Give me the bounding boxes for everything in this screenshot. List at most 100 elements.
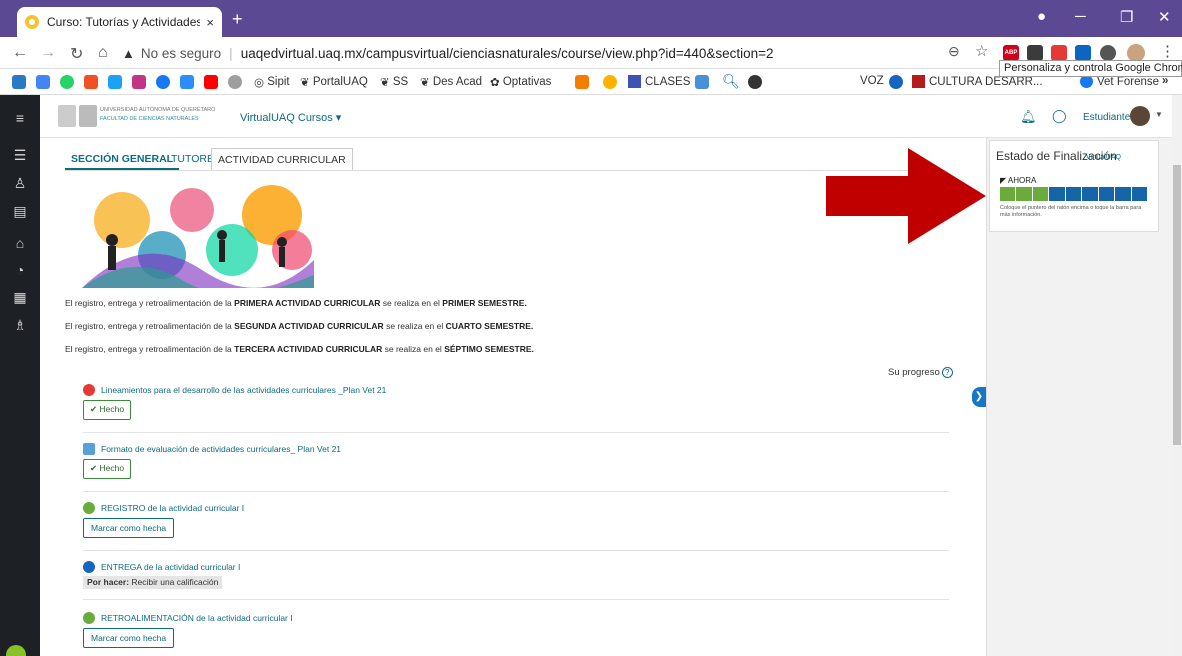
divider [83, 432, 949, 433]
tab-actividad-curricular[interactable]: ACTIVIDAD CURRICULAR [211, 148, 353, 170]
bookmark-optativas[interactable]: ✿ Optativas [490, 75, 551, 89]
done-button[interactable]: ✔ Hecho [83, 459, 132, 479]
bookmark-icon[interactable] [695, 75, 709, 89]
home-icon[interactable]: ⌂ [98, 44, 108, 62]
completion-cell-todo[interactable] [1115, 187, 1131, 201]
user-name[interactable]: Estudiante [1083, 112, 1130, 123]
back-arrow-icon[interactable]: ← [12, 44, 28, 62]
banner-illustration [82, 180, 314, 288]
completion-cell-todo[interactable] [1065, 187, 1082, 201]
para-text: El registro, entrega y retroalimentación… [65, 321, 235, 331]
bookmark-icon[interactable] [603, 75, 617, 89]
puzzle-extensions-icon[interactable] [1100, 45, 1116, 61]
completion-cell-todo[interactable] [1082, 187, 1098, 201]
browser-tab[interactable]: Curso: Tutorías y Actividades Cur × [17, 7, 222, 37]
close-window-button[interactable]: ✕ [1158, 8, 1171, 26]
bookmark-desacad[interactable]: ❦ Des Acad [420, 75, 482, 89]
todo-text: Recibir una calificación [129, 577, 219, 587]
address-bar[interactable]: ▲ No es seguro | uaqedvirtual.uaq.mx/cam… [122, 41, 992, 65]
bookmark-icon[interactable] [12, 75, 26, 89]
progress-label: Su progreso? [888, 367, 953, 378]
microsoft-icon[interactable] [84, 75, 98, 89]
divider [83, 550, 949, 551]
grades-icon[interactable]: ▤ [0, 203, 40, 220]
bookmark-icon[interactable] [575, 75, 589, 89]
zoom-icon[interactable]: ⊖ [948, 43, 960, 60]
site-nav-links[interactable]: VirtualUAQ Cursos ▾ [240, 111, 341, 124]
omnibox-separator: | [229, 45, 233, 61]
tab-seccion-general[interactable]: SECCIÓN GENERAL [65, 148, 180, 170]
drawer-toggle-button[interactable]: ❯ [972, 387, 986, 407]
activity-link[interactable]: ENTREGA de la actividad curricular I [83, 561, 240, 573]
activity-link[interactable]: Formato de evaluación de actividades cur… [83, 443, 341, 455]
bookmark-label: Sipit [267, 76, 290, 88]
bookmark-icon[interactable] [36, 75, 50, 89]
extension-icon[interactable] [1027, 45, 1043, 61]
whatsapp-icon[interactable] [60, 75, 74, 89]
instagram-icon[interactable] [132, 75, 146, 89]
done-button[interactable]: ✔ Hecho [83, 400, 132, 420]
completion-cell-done[interactable] [1000, 187, 1016, 201]
scrollbar-thumb[interactable] [1173, 165, 1181, 445]
bookmark-icon[interactable] [748, 75, 762, 89]
adblock-extension-icon[interactable]: ABP [1003, 45, 1019, 61]
para-text: El registro, entrega y retroalimentación… [65, 344, 235, 354]
completion-cell-done[interactable] [1032, 187, 1049, 201]
minimize-button[interactable]: ─ [1075, 8, 1086, 25]
mark-done-button[interactable]: Marcar como hecha [83, 518, 175, 538]
bookmark-icon[interactable] [228, 75, 242, 89]
search-icon[interactable]: 🔍︎ [722, 73, 740, 90]
bookmark-icon[interactable] [889, 75, 903, 89]
messages-chat-icon[interactable]: ◯ [1052, 108, 1067, 124]
reload-icon[interactable]: ↻ [70, 44, 83, 64]
completion-cell-done[interactable] [1016, 187, 1032, 201]
browser-title-bar: Curso: Tutorías y Actividades Cur × + ● … [0, 0, 1182, 37]
home-nav-icon[interactable]: ⌂ [0, 235, 40, 251]
bookmark-portaluaq[interactable]: ❦ PortalUAQ [300, 75, 368, 89]
para-text: El registro, entrega y retroalimentación… [65, 298, 235, 308]
activity-link[interactable]: Lineamientos para el desarrollo de las a… [83, 384, 386, 396]
bookmark-ss[interactable]: ❦ SS [380, 75, 408, 89]
twitter-icon[interactable] [108, 75, 122, 89]
chrome-menu-icon[interactable]: ⋮ [1160, 42, 1175, 60]
list-icon[interactable]: ☰ [0, 147, 40, 164]
completion-cell-todo[interactable] [1049, 187, 1065, 201]
completion-cell-todo[interactable] [1098, 187, 1115, 201]
logo-faculty-text: FACULTAD DE CIENCIAS NATURALES [100, 116, 199, 122]
notifications-bell-icon[interactable]: 🔔︎ [1020, 109, 1037, 125]
user-avatar[interactable] [1130, 106, 1150, 126]
facebook-icon[interactable] [156, 75, 170, 89]
assignment-icon [83, 561, 95, 573]
completion-progress-bar[interactable] [1000, 187, 1148, 201]
courses-cap-icon[interactable]: ♗ [0, 317, 40, 334]
extension-icon[interactable] [1051, 45, 1067, 61]
help-question-icon[interactable]: ? [941, 367, 953, 378]
user-menu-caret-icon[interactable]: ▼ [1155, 110, 1163, 119]
youtube-icon[interactable] [204, 75, 218, 89]
bookmark-icon [912, 75, 925, 88]
right-block-drawer: Estado de Finalización VirtualUAQ ◤ AHOR… [986, 138, 1172, 656]
activity-title: Lineamientos para el desarrollo de las a… [101, 385, 387, 395]
bookmark-sipit[interactable]: ◎ Sipit [254, 75, 290, 89]
bookmark-clases[interactable]: CLASES [628, 75, 690, 88]
linkedin-extension-icon[interactable] [1075, 45, 1091, 61]
forward-arrow-icon[interactable]: → [40, 44, 56, 62]
dashboard-icon[interactable]: ◔ [0, 262, 40, 278]
participants-icon[interactable]: ♙ [0, 175, 40, 192]
calendar-icon[interactable]: ▦ [0, 289, 40, 306]
new-tab-button[interactable]: + [232, 9, 243, 30]
para-bold: PRIMER SEMESTRE. [442, 298, 527, 308]
profile-dot-icon[interactable]: ● [1037, 8, 1046, 25]
zoom-app-icon[interactable] [180, 75, 194, 89]
bookmark-voz[interactable]: VOZ [860, 75, 884, 87]
mark-done-button[interactable]: Marcar como hecha [83, 628, 175, 648]
bookmark-star-icon[interactable]: ☆ [975, 42, 988, 60]
activity-link[interactable]: RETROALIMENTACIÓN de la actividad curric… [83, 612, 293, 624]
university-logo[interactable]: UNIVERSIDAD AUTÓNOMA DE QUERÉTARO FACULT… [58, 101, 215, 131]
completion-cell-todo[interactable] [1131, 187, 1147, 201]
tab-close-icon[interactable]: × [206, 15, 214, 30]
maximize-button[interactable]: ❐ [1120, 8, 1133, 26]
form-icon [83, 502, 95, 514]
hamburger-menu-icon[interactable]: ≡ [0, 110, 40, 126]
activity-link[interactable]: REGISTRO de la actividad curricular I [83, 502, 244, 514]
